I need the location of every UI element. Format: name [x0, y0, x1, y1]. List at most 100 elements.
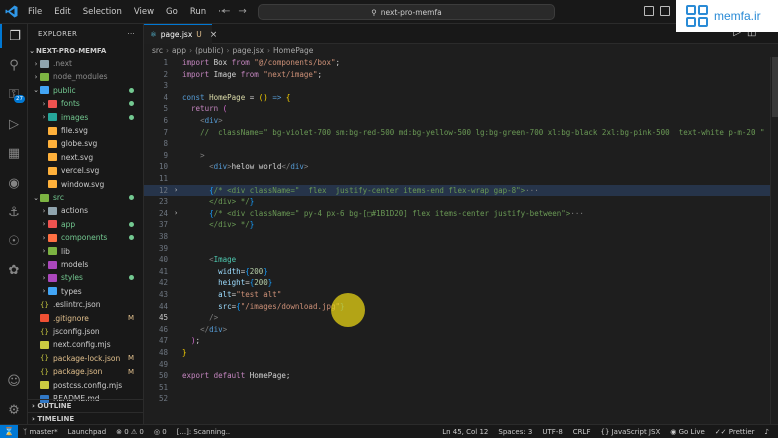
breadcrumb-item[interactable]: src: [152, 46, 163, 55]
code-line[interactable]: 47 );: [144, 335, 770, 347]
code-line[interactable]: 48}: [144, 347, 770, 359]
menu-item[interactable]: Go: [160, 0, 184, 24]
code-line[interactable]: 2 import Image from "next/image";: [144, 69, 770, 81]
project-root[interactable]: ⌄ NEXT-PRO-MEMFA: [28, 44, 143, 57]
file-item[interactable]: vercel.svg: [28, 164, 143, 177]
code-line[interactable]: 4 const HomePage = () => {: [144, 92, 770, 104]
code-line[interactable]: 8: [144, 138, 770, 150]
source-control-icon[interactable]: ⚿ 27: [0, 82, 28, 106]
encoding[interactable]: UTF-8: [537, 428, 567, 436]
menu-item[interactable]: Edit: [48, 0, 76, 24]
remote-icon[interactable]: ⌛: [0, 424, 18, 438]
outline-section[interactable]: › OUTLINE: [28, 399, 143, 412]
folder-item[interactable]: › .next: [28, 57, 143, 70]
folder-item[interactable]: › node_modules: [28, 70, 143, 83]
menu-item[interactable]: Selection: [77, 0, 128, 24]
language-mode[interactable]: {} JavaScript JSX: [595, 428, 665, 436]
prettier-status[interactable]: ✓✓ Prettier: [710, 428, 760, 436]
menu-item[interactable]: File: [22, 0, 48, 24]
code-line[interactable]: 11: [144, 173, 770, 185]
breadcrumb-item[interactable]: app: [172, 46, 186, 55]
file-item[interactable]: next.svg: [28, 151, 143, 164]
code-line[interactable]: 46 </div>: [144, 324, 770, 336]
code-line[interactable]: 12 › {/* <div className=" flex justify-ce…: [144, 184, 770, 197]
file-item[interactable]: {} package.json M: [28, 365, 143, 378]
extensions-icon[interactable]: ▦: [0, 141, 28, 165]
fold-chevron-icon[interactable]: ›: [174, 185, 178, 197]
file-item[interactable]: next.config.mjs: [28, 338, 143, 351]
code-line[interactable]: 51: [144, 382, 770, 394]
code-line[interactable]: 40 <Image: [144, 254, 770, 266]
close-tab-icon[interactable]: ×: [210, 30, 218, 40]
breadcrumb-item[interactable]: page.jsx: [233, 46, 265, 55]
file-item[interactable]: .gitignore M: [28, 312, 143, 325]
ports-status[interactable]: ◎ 0: [149, 428, 172, 436]
explorer-icon[interactable]: ❐: [0, 24, 28, 48]
code-line[interactable]: 42 height={200}: [144, 277, 770, 289]
menu-item[interactable]: Run: [184, 0, 212, 24]
tab-page-jsx[interactable]: ⚛ page.jsx U ×: [144, 24, 217, 44]
toggle-sidebar-icon[interactable]: [644, 6, 654, 16]
folder-item[interactable]: › models: [28, 258, 143, 271]
remote-explorer-icon[interactable]: ◉: [0, 171, 28, 195]
code-line[interactable]: 10 <div>helow world</div>: [144, 161, 770, 173]
folder-item[interactable]: › images: [28, 111, 143, 124]
line-ending[interactable]: CRLF: [568, 428, 596, 436]
file-item[interactable]: file.svg: [28, 124, 143, 137]
code-line[interactable]: 9 >: [144, 150, 770, 162]
code-line[interactable]: 44 src={"/images/download.jpg"}: [144, 301, 770, 313]
code-line[interactable]: 45 />: [144, 312, 770, 324]
folder-item[interactable]: › app: [28, 218, 143, 231]
cursor-position[interactable]: Ln 45, Col 12: [437, 428, 493, 436]
branch-status[interactable]: ᛉ master*: [18, 428, 63, 436]
code-editor[interactable]: 1 import Box from "@/components/box"; 2 imp…: [144, 57, 770, 424]
timeline-section[interactable]: › TIMELINE: [28, 412, 143, 424]
indentation[interactable]: Spaces: 3: [493, 428, 537, 436]
command-center-search[interactable]: ⚲ next-pro-memfa: [258, 4, 555, 20]
settings-gear-icon[interactable]: ⚙: [0, 398, 28, 422]
code-line[interactable]: 37 </div> */}: [144, 219, 770, 231]
folder-item[interactable]: › actions: [28, 204, 143, 217]
code-line[interactable]: 38: [144, 231, 770, 243]
file-item[interactable]: postcss.config.mjs: [28, 379, 143, 392]
problems-status[interactable]: ⊗ 0 ⚠ 0: [111, 428, 149, 436]
file-item[interactable]: {} package-lock.json M: [28, 352, 143, 365]
folder-item[interactable]: › styles: [28, 271, 143, 284]
code-line[interactable]: 52: [144, 393, 770, 405]
back-arrow-icon[interactable]: ←: [222, 4, 230, 20]
folder-item[interactable]: › types: [28, 285, 143, 298]
file-item[interactable]: globe.svg: [28, 137, 143, 150]
gitlens-icon[interactable]: ☉: [0, 229, 28, 253]
file-item[interactable]: {} jsconfig.json: [28, 325, 143, 338]
code-line[interactable]: 43 alt="test alt": [144, 289, 770, 301]
code-line[interactable]: 1 import Box from "@/components/box";: [144, 57, 770, 69]
editor-scrollbar[interactable]: [770, 57, 778, 424]
more-actions-icon[interactable]: ···: [127, 30, 135, 38]
code-line[interactable]: 49: [144, 359, 770, 371]
folder-item[interactable]: ⌄ public: [28, 84, 143, 97]
docker-icon[interactable]: ⚓: [0, 200, 28, 224]
folder-item[interactable]: ⌄ src: [28, 191, 143, 204]
folder-item[interactable]: › lib: [28, 245, 143, 258]
code-line[interactable]: 41 width={200}: [144, 266, 770, 278]
code-line[interactable]: 7 // className=" bg-violet-700 sm:bg-red…: [144, 127, 770, 139]
file-item[interactable]: {} .eslintrc.json: [28, 298, 143, 311]
fold-chevron-icon[interactable]: ›: [174, 208, 178, 220]
search-sidebar-icon[interactable]: ⚲: [0, 53, 28, 77]
breadcrumb-item[interactable]: (public): [195, 46, 223, 55]
file-item[interactable]: window.svg: [28, 178, 143, 191]
toggle-panel-icon[interactable]: [660, 6, 670, 16]
code-line[interactable]: 5 return (: [144, 103, 770, 115]
go-live-button[interactable]: ◉ Go Live: [665, 428, 710, 436]
launchpad-status[interactable]: Launchpad: [63, 428, 112, 436]
menu-item[interactable]: View: [128, 0, 160, 24]
account-icon[interactable]: ☺: [0, 369, 28, 393]
folder-item[interactable]: › components: [28, 231, 143, 244]
forward-arrow-icon[interactable]: →: [238, 4, 246, 20]
code-line[interactable]: 24 › {/* <div className=" py-4 px-6 bg-[□…: [144, 208, 770, 220]
code-line[interactable]: 23 </div> */}: [144, 196, 770, 208]
mongodb-icon[interactable]: ✿: [0, 258, 28, 282]
code-line[interactable]: 3: [144, 80, 770, 92]
code-line[interactable]: 39: [144, 243, 770, 255]
code-line[interactable]: 50 export default HomePage;: [144, 370, 770, 382]
